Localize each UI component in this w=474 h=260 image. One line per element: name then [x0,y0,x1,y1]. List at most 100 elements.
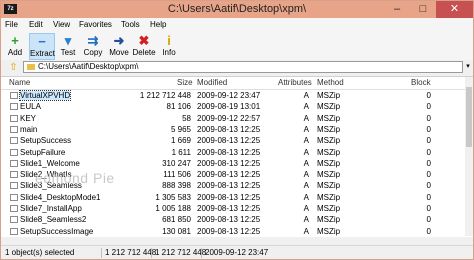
delete-button[interactable]: ✖ Delete [131,33,157,60]
file-method: MSZip [317,91,341,100]
status-divider [151,248,152,258]
file-name: SetupFailure [20,147,66,157]
file-block: 0 [426,226,431,236]
column-method[interactable]: Method [317,77,344,89]
table-row[interactable]: Slide8_Seamless2 681 850 2009-08-13 12:25 A… [1,214,473,225]
table-row[interactable]: main 5 965 2009-08-13 12:25 A MSZip 0 [1,124,473,135]
table-row[interactable]: EULA 81 106 2009-08-19 13:01 A MSZip 0 [1,101,473,112]
column-attributes[interactable]: Attributes [278,77,312,89]
file-icon [10,171,18,179]
file-icon [10,216,18,224]
copy-label: Copy [83,48,103,57]
file-method: MSZip [317,226,341,236]
file-method: MSZip [317,136,341,146]
table-row[interactable]: SetupFailure 1 611 2009-08-13 12:25 A MSZip 0 [1,147,473,158]
file-name: VirtualXPVHD [18,90,72,101]
file-name: Slide7_InstallApp [20,204,82,213]
test-button[interactable]: ▾ Test [57,33,79,60]
file-method: MSZip [317,113,341,123]
file-name: SetupSuccess [20,136,72,146]
column-block[interactable]: Block [411,77,431,89]
menu-favorites[interactable]: Favorites [79,19,112,31]
file-block: 0 [426,215,431,225]
file-attributes: A [303,136,309,146]
add-button[interactable]: + Add [4,33,26,60]
scrollbar-thumb[interactable] [466,87,472,147]
copy-icon: ⇉ [87,33,99,48]
menu-help[interactable]: Help [150,19,166,31]
file-modified: 2009-08-13 12:25 [197,147,261,157]
file-method: MSZip [317,192,341,202]
file-modified: 2009-08-13 12:25 [197,215,261,225]
file-modified: 2009-08-13 12:25 [197,204,261,213]
file-list[interactable]: Name Size Modified Attributes Method Blo… [1,76,473,237]
file-block: 0 [426,181,431,191]
file-name: KEY [20,113,37,123]
column-modified[interactable]: Modified [197,77,227,89]
test-icon: ▾ [64,33,72,48]
file-icon [10,92,18,99]
file-attributes: A [303,113,309,123]
extract-button[interactable]: − Extract [29,33,55,60]
table-row[interactable]: Slide1_Welcome 310 247 2009-08-13 12:25 A MS… [1,158,473,169]
file-block: 0 [426,147,431,157]
minimize-button[interactable]: – [384,1,410,18]
file-method: MSZip [317,204,341,213]
file-block: 0 [426,91,431,100]
file-icon [10,148,18,156]
menu-edit[interactable]: Edit [29,19,43,31]
status-divider [101,248,102,258]
file-icon [10,159,18,167]
move-icon: ➜ [113,33,125,48]
copy-button[interactable]: ⇉ Copy [81,33,105,60]
info-icon: i [167,33,171,48]
chevron-down-icon[interactable]: ▾ [463,61,473,73]
status-date: 2009-09-12 23:47 [205,248,269,257]
menu-file[interactable]: File [5,19,18,31]
file-attributes: A [303,102,309,112]
file-size: 58 [182,113,191,123]
status-selection: 1 object(s) selected [5,248,75,257]
status-bar: 1 object(s) selected 1 212 712 448 1 212… [1,245,473,259]
file-block: 0 [426,170,431,180]
title-bar: 7z C:\Users\Aatif\Desktop\xpm\ – □ ✕ [1,1,473,18]
file-icon [10,103,18,111]
file-size: 1 669 [170,136,191,146]
menu-view[interactable]: View [53,19,70,31]
move-button[interactable]: ➜ Move [107,33,131,60]
info-button[interactable]: i Info [159,33,179,60]
file-block: 0 [426,158,431,168]
file-size: 111 506 [163,170,191,180]
file-icon [10,125,18,133]
vertical-scrollbar[interactable] [465,77,473,236]
table-row[interactable]: VirtualXPVHD 1 212 712 448 2009-09-12 23:4… [1,90,473,101]
table-row[interactable]: SetupSuccess 1 669 2009-08-13 12:25 A MSZip 0 [1,135,473,146]
folder-up-icon[interactable]: ⇧ [8,62,19,73]
file-size: 130 081 [162,226,191,236]
menu-tools[interactable]: Tools [121,19,140,31]
file-icon [10,114,18,122]
table-row[interactable]: KEY 58 2009-09-12 22:57 A MSZip 0 [1,113,473,124]
file-icon [10,182,18,190]
column-name[interactable]: Name [9,77,30,89]
file-method: MSZip [317,124,341,134]
table-row[interactable]: Slide7_InstallApp 1 005 188 2009-08-13 12:… [1,203,473,214]
file-modified: 2009-08-13 12:25 [197,181,261,191]
file-block: 0 [426,204,431,213]
file-attributes: A [303,192,309,202]
file-icon [10,227,18,235]
table-row[interactable]: SetupSuccessImage 130 081 2009-08-13 12:25… [1,226,473,237]
file-modified: 2009-08-13 12:25 [197,226,261,236]
file-block: 0 [426,136,431,146]
file-size: 1 611 [171,147,191,157]
column-size[interactable]: Size [177,77,193,89]
watermark-text: edmond Pie [35,170,115,186]
extract-icon: − [38,34,46,49]
address-input[interactable] [38,62,448,72]
maximize-button[interactable]: □ [410,1,436,18]
delete-icon: ✖ [138,33,150,48]
table-row[interactable]: Slide4_DesktopMode1 1 305 583 2009-08-13 1… [1,192,473,203]
file-attributes: A [303,158,309,168]
file-modified: 2009-09-12 23:47 [197,91,261,100]
close-button[interactable]: ✕ [436,1,473,18]
